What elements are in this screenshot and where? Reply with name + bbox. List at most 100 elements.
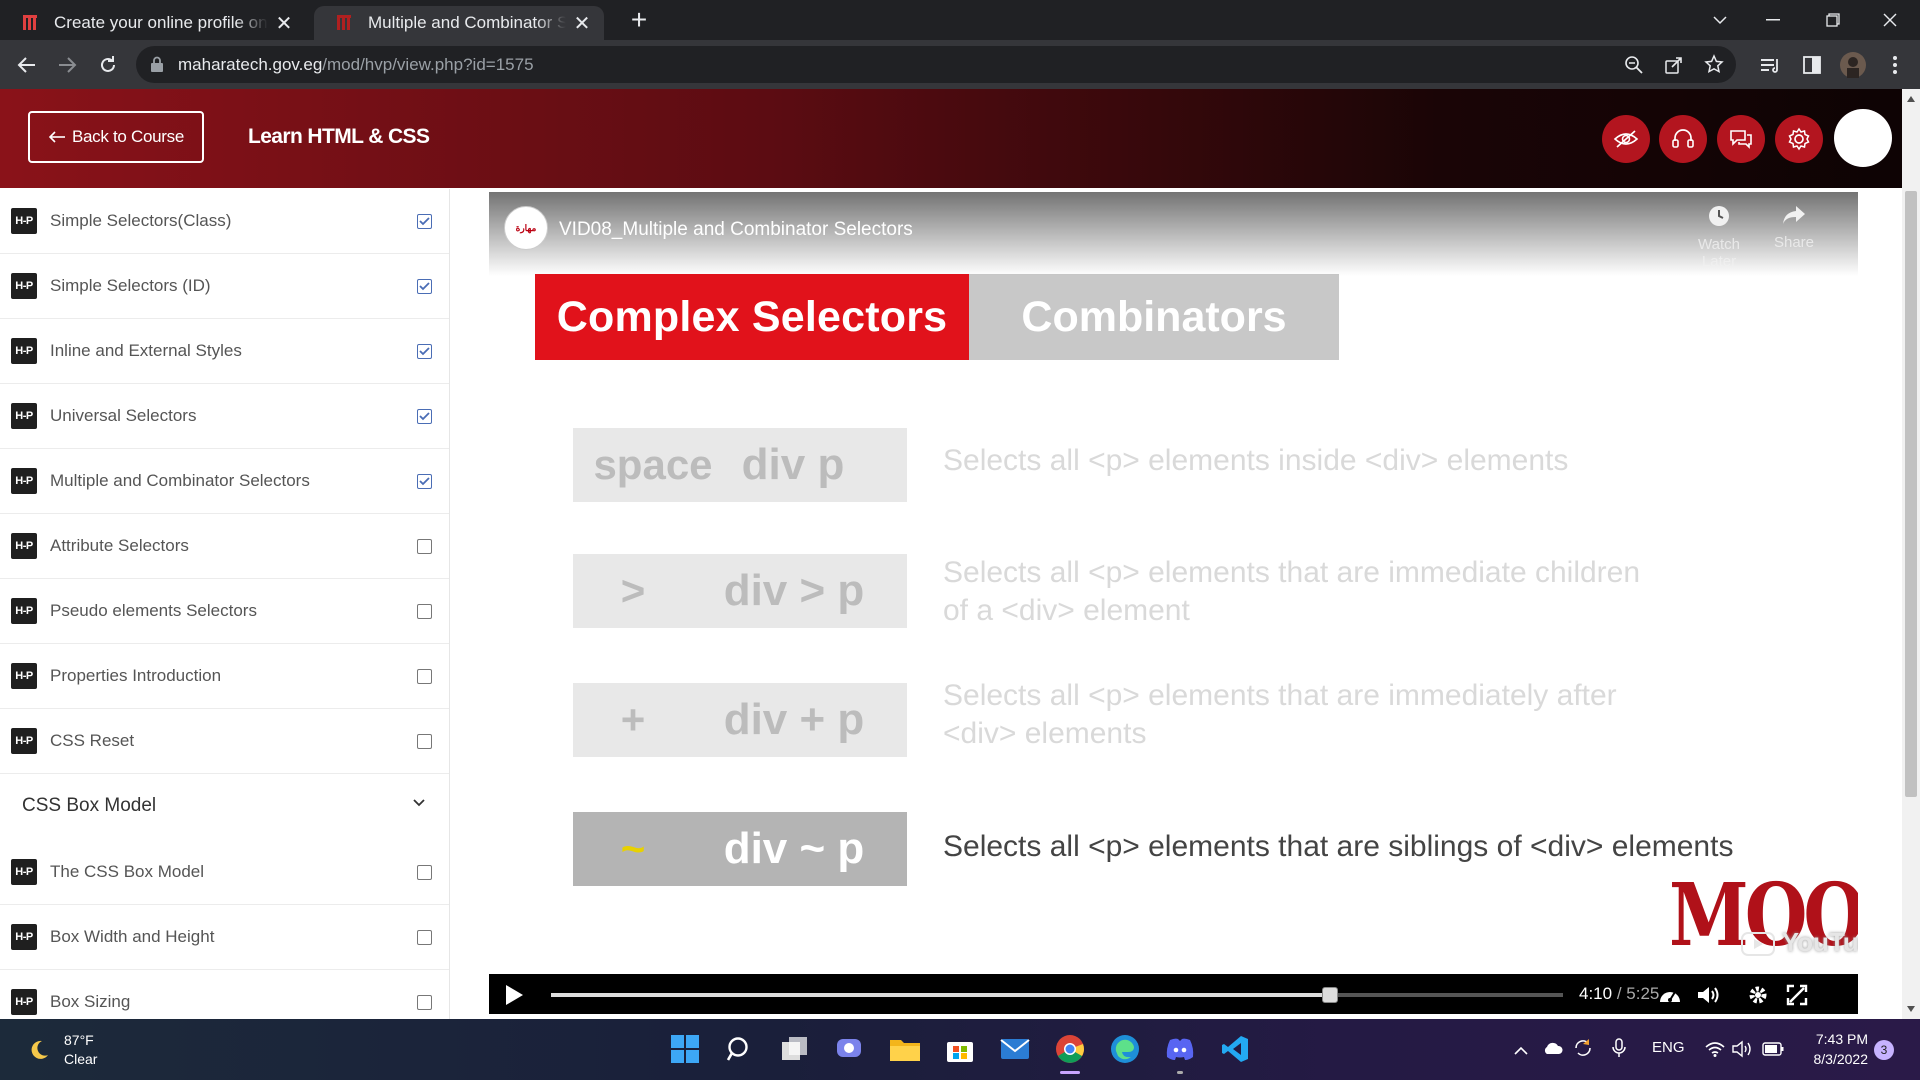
side-panel-icon[interactable] <box>1797 50 1827 80</box>
hide-icon-button[interactable] <box>1602 115 1650 163</box>
section-header-css-box-model[interactable]: CSS Box Model <box>0 776 449 836</box>
lock-icon[interactable] <box>150 56 164 73</box>
checkbox-empty-icon[interactable] <box>417 733 432 749</box>
notification-badge[interactable]: 3 <box>1874 1040 1894 1060</box>
video-player[interactable]: Complex Selectors Combinators space div … <box>489 192 1858 1014</box>
checkbox-empty-icon[interactable] <box>417 864 432 880</box>
checkbox-empty-icon[interactable] <box>417 668 432 684</box>
slide-code-box: + div + p <box>573 683 907 757</box>
lesson-item[interactable]: H-P Box Width and Height <box>0 905 449 970</box>
volume-icon[interactable] <box>1694 980 1724 1010</box>
lesson-item[interactable]: H-P The CSS Box Model <box>0 840 449 905</box>
seek-bar[interactable] <box>551 987 1563 1003</box>
file-explorer-icon[interactable] <box>887 1031 923 1067</box>
sync-icon[interactable] <box>1573 1038 1593 1063</box>
user-avatar[interactable] <box>1834 109 1892 167</box>
checkbox-empty-icon[interactable] <box>417 994 432 1010</box>
lesson-item[interactable]: H-P CSS Reset <box>0 709 449 774</box>
close-tab-icon[interactable]: ✕ <box>274 11 294 36</box>
lesson-item[interactable]: H-P Simple Selectors(Class) <box>0 189 449 254</box>
tab-search-icon[interactable] <box>1690 0 1750 40</box>
video-title[interactable]: VID08_Multiple and Combinator Selectors <box>559 219 913 241</box>
checkbox-empty-icon[interactable] <box>417 603 432 619</box>
settings-button[interactable] <box>1775 115 1823 163</box>
reload-icon[interactable] <box>93 50 123 80</box>
checkbox-checked-icon[interactable] <box>417 213 432 229</box>
discussion-button[interactable] <box>1717 115 1765 163</box>
lesson-item[interactable]: H-P Properties Introduction <box>0 644 449 709</box>
forward-arrow-icon[interactable] <box>52 50 82 80</box>
microphone-icon[interactable] <box>1612 1038 1626 1063</box>
zoom-icon[interactable] <box>1624 55 1644 75</box>
scroll-down-icon[interactable] <box>1906 1005 1916 1013</box>
checkbox-empty-icon[interactable] <box>417 538 432 554</box>
speaker-icon[interactable] <box>1732 1040 1754 1063</box>
play-icon[interactable] <box>499 980 529 1010</box>
url-text[interactable]: maharatech.gov.eg/mod/hvp/view.php?id=15… <box>178 55 534 75</box>
checkbox-checked-icon[interactable] <box>417 408 432 424</box>
checkbox-empty-icon[interactable] <box>417 929 432 945</box>
system-clock[interactable]: 7:43 PM 8/3/2022 <box>1798 1029 1869 1069</box>
lesson-item[interactable]: H-P Attribute Selectors <box>0 514 449 579</box>
bookmark-star-icon[interactable] <box>1704 54 1724 74</box>
maharatech-favicon-icon <box>337 15 351 30</box>
back-to-course-button[interactable]: Back to Course <box>28 111 204 163</box>
page-scrollbar[interactable] <box>1902 89 1920 1019</box>
clock-time: 7:43 PM <box>1815 1031 1868 1047</box>
lesson-item[interactable]: H-P Universal Selectors <box>0 384 449 449</box>
restore-icon[interactable] <box>1803 0 1863 40</box>
reading-list-icon[interactable] <box>1756 50 1786 80</box>
back-arrow-icon[interactable] <box>12 50 42 80</box>
checkbox-checked-icon[interactable] <box>417 473 432 489</box>
arrow-left-icon <box>48 131 65 143</box>
share-button[interactable]: Share <box>1754 204 1834 251</box>
vscode-icon[interactable] <box>1217 1031 1253 1067</box>
channel-logo[interactable]: مهارة <box>504 206 548 250</box>
discord-icon[interactable] <box>1162 1031 1198 1074</box>
microsoft-store-icon[interactable] <box>942 1031 978 1067</box>
fullscreen-icon[interactable] <box>1782 980 1812 1010</box>
search-icon[interactable] <box>722 1031 758 1067</box>
new-tab-button[interactable]: + <box>624 6 654 36</box>
browser-tab-active[interactable]: Multiple and Combinator Selectors ✕ <box>314 6 604 40</box>
browser-menu-icon[interactable] <box>1880 50 1910 80</box>
running-app-indicator <box>1177 1071 1183 1074</box>
support-button[interactable] <box>1659 115 1707 163</box>
lesson-item[interactable]: H-P Pseudo elements Selectors <box>0 579 449 644</box>
lesson-item[interactable]: H-P Inline and External Styles <box>0 319 449 384</box>
edge-icon[interactable] <box>1107 1031 1143 1067</box>
seek-handle[interactable] <box>1322 987 1339 1003</box>
combinator-description: Selects all <p> elements inside <div> el… <box>943 444 1569 477</box>
scrollbar-thumb[interactable] <box>1905 191 1917 797</box>
task-view-icon[interactable] <box>777 1031 813 1067</box>
tray-overflow-icon[interactable] <box>1513 1043 1529 1061</box>
minimize-icon[interactable] <box>1743 0 1803 40</box>
share-page-icon[interactable] <box>1664 55 1684 75</box>
close-tab-icon[interactable]: ✕ <box>572 11 592 36</box>
address-bar[interactable]: maharatech.gov.eg/mod/hvp/view.php?id=15… <box>136 46 1736 83</box>
windows-start-icon[interactable] <box>667 1031 703 1067</box>
combinator-symbol: > <box>620 567 646 614</box>
lesson-label: Multiple and Combinator Selectors <box>50 471 310 490</box>
checkbox-checked-icon[interactable] <box>417 278 432 294</box>
chrome-icon[interactable] <box>1052 1031 1088 1074</box>
profile-avatar[interactable] <box>1838 50 1868 80</box>
lesson-item-current[interactable]: H-P Multiple and Combinator Selectors <box>0 449 449 514</box>
playback-speed-icon[interactable] <box>1655 980 1685 1010</box>
teams-chat-icon[interactable] <box>832 1031 868 1067</box>
youtube-watermark[interactable]: YouTube <box>1741 927 1858 958</box>
watch-later-button[interactable]: Watch Later <box>1679 204 1759 270</box>
close-window-icon[interactable] <box>1860 0 1920 40</box>
mail-icon[interactable] <box>997 1031 1033 1067</box>
wifi-icon[interactable] <box>1705 1041 1725 1062</box>
language-indicator[interactable]: ENG <box>1652 1039 1685 1056</box>
gear-icon[interactable] <box>1743 980 1773 1010</box>
browser-tab-upwork[interactable]: Create your online profile on upwork ✕ <box>0 6 306 40</box>
lesson-item[interactable]: H-P Box Sizing <box>0 970 449 1019</box>
battery-icon[interactable] <box>1762 1042 1784 1061</box>
scroll-up-icon[interactable] <box>1906 95 1916 103</box>
lesson-item[interactable]: H-P Simple Selectors (ID) <box>0 254 449 319</box>
hp-activity-icon: H-P <box>11 598 37 624</box>
onedrive-icon[interactable] <box>1542 1041 1564 1060</box>
checkbox-checked-icon[interactable] <box>417 343 432 359</box>
